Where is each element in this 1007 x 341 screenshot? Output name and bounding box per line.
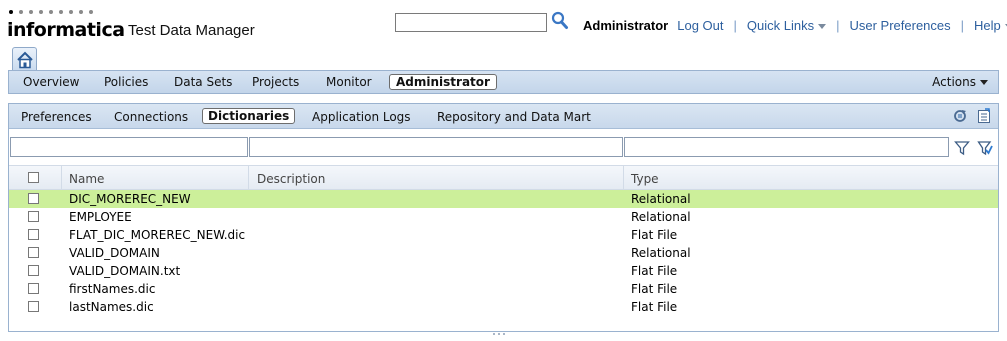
table-row[interactable]: VALID_DOMAIN.txt Flat File bbox=[9, 262, 998, 280]
nav-projects[interactable]: Projects bbox=[252, 75, 299, 89]
logout-link[interactable]: Log Out bbox=[677, 18, 723, 33]
nav-administrator[interactable]: Administrator bbox=[389, 74, 497, 90]
cell-name: EMPLOYEE bbox=[69, 210, 132, 224]
row-checkbox[interactable] bbox=[28, 283, 39, 294]
nav-data-sets[interactable]: Data Sets bbox=[174, 75, 232, 89]
nav-policies[interactable]: Policies bbox=[104, 75, 148, 89]
column-header-type[interactable]: Type bbox=[631, 172, 659, 186]
help-label: Help bbox=[974, 18, 1001, 33]
clear-filter-icon[interactable] bbox=[977, 140, 993, 156]
table-row[interactable]: EMPLOYEE Relational bbox=[9, 208, 998, 226]
subnav-connections[interactable]: Connections bbox=[114, 110, 188, 124]
quick-links-label: Quick Links bbox=[746, 18, 815, 33]
main-nav: Overview Policies Data Sets Projects Mon… bbox=[8, 70, 999, 94]
subnav-repository-data-mart[interactable]: Repository and Data Mart bbox=[437, 110, 591, 124]
cell-name: VALID_DOMAIN bbox=[69, 246, 160, 260]
logo-dots bbox=[9, 10, 93, 14]
dictionaries-panel: Preferences Connections Dictionaries App… bbox=[8, 103, 999, 332]
actions-menu[interactable]: Actions bbox=[932, 75, 988, 89]
column-divider bbox=[623, 166, 624, 190]
row-checkbox[interactable] bbox=[28, 265, 39, 276]
column-divider bbox=[248, 166, 249, 190]
search-input[interactable] bbox=[395, 13, 547, 32]
home-tab[interactable] bbox=[12, 47, 37, 71]
sub-nav: Preferences Connections Dictionaries App… bbox=[9, 104, 998, 129]
table-row[interactable]: VALID_DOMAIN Relational bbox=[9, 244, 998, 262]
link-separator: | bbox=[960, 18, 965, 33]
cell-type: Relational bbox=[631, 246, 691, 260]
quick-links-menu[interactable]: Quick Links bbox=[746, 18, 827, 33]
user-preferences-link[interactable]: User Preferences bbox=[849, 18, 950, 33]
row-checkbox[interactable] bbox=[28, 247, 39, 258]
cell-name: lastNames.dic bbox=[69, 300, 154, 314]
row-checkbox[interactable] bbox=[28, 301, 39, 312]
chevron-down-icon bbox=[980, 80, 988, 85]
logo-text: informatica bbox=[7, 19, 125, 41]
search-icon[interactable] bbox=[551, 11, 569, 31]
actions-label: Actions bbox=[932, 75, 976, 89]
column-header-name[interactable]: Name bbox=[69, 172, 104, 186]
subnav-dictionaries[interactable]: Dictionaries bbox=[202, 108, 296, 124]
refresh-icon[interactable] bbox=[952, 108, 968, 124]
name-filter-input[interactable] bbox=[10, 137, 248, 157]
cell-name: VALID_DOMAIN.txt bbox=[69, 264, 181, 278]
help-menu[interactable]: Help bbox=[974, 18, 1007, 33]
filter-row bbox=[9, 137, 998, 159]
link-separator: | bbox=[836, 18, 840, 33]
cell-type: Flat File bbox=[631, 300, 678, 314]
table-row[interactable]: firstNames.dic Flat File bbox=[9, 280, 998, 298]
column-divider bbox=[61, 166, 62, 190]
cell-type: Relational bbox=[631, 210, 691, 224]
resize-grip[interactable] bbox=[493, 333, 505, 335]
home-icon bbox=[17, 51, 33, 69]
app-header: informatica Test Data Manager Administra… bbox=[0, 0, 1007, 44]
column-header-description[interactable]: Description bbox=[257, 172, 325, 186]
nav-monitor[interactable]: Monitor bbox=[326, 75, 372, 89]
row-checkbox[interactable] bbox=[28, 193, 39, 204]
table-header: Name Description Type bbox=[9, 165, 998, 190]
link-separator: | bbox=[733, 18, 737, 33]
cell-name: firstNames.dic bbox=[69, 282, 156, 296]
cell-name: DIC_MOREREC_NEW bbox=[69, 192, 191, 206]
subnav-preferences[interactable]: Preferences bbox=[21, 110, 92, 124]
subnav-application-logs[interactable]: Application Logs bbox=[312, 110, 411, 124]
cell-type: Relational bbox=[631, 192, 691, 206]
header-links: Administrator Log Out | Quick Links | Us… bbox=[583, 18, 1007, 33]
current-user: Administrator bbox=[583, 18, 669, 33]
nav-overview[interactable]: Overview bbox=[23, 75, 80, 89]
cell-type: Flat File bbox=[631, 228, 678, 242]
cell-name: FLAT_DIC_MOREREC_NEW.dic bbox=[69, 228, 246, 242]
product-name: Test Data Manager bbox=[128, 22, 255, 39]
cell-type: Flat File bbox=[631, 264, 678, 278]
select-all-checkbox[interactable] bbox=[28, 172, 39, 183]
column-settings-icon[interactable] bbox=[976, 108, 992, 124]
chevron-down-icon bbox=[818, 24, 827, 30]
filter-icon[interactable] bbox=[954, 140, 970, 156]
row-checkbox[interactable] bbox=[28, 229, 39, 240]
table-row[interactable]: lastNames.dic Flat File bbox=[9, 298, 998, 316]
type-filter-input[interactable] bbox=[624, 137, 949, 157]
description-filter-input[interactable] bbox=[249, 137, 623, 157]
cell-type: Flat File bbox=[631, 282, 678, 296]
table-row[interactable]: DIC_MOREREC_NEW Relational bbox=[9, 190, 998, 208]
table-row[interactable]: FLAT_DIC_MOREREC_NEW.dic Flat File bbox=[9, 226, 998, 244]
row-checkbox[interactable] bbox=[28, 211, 39, 222]
